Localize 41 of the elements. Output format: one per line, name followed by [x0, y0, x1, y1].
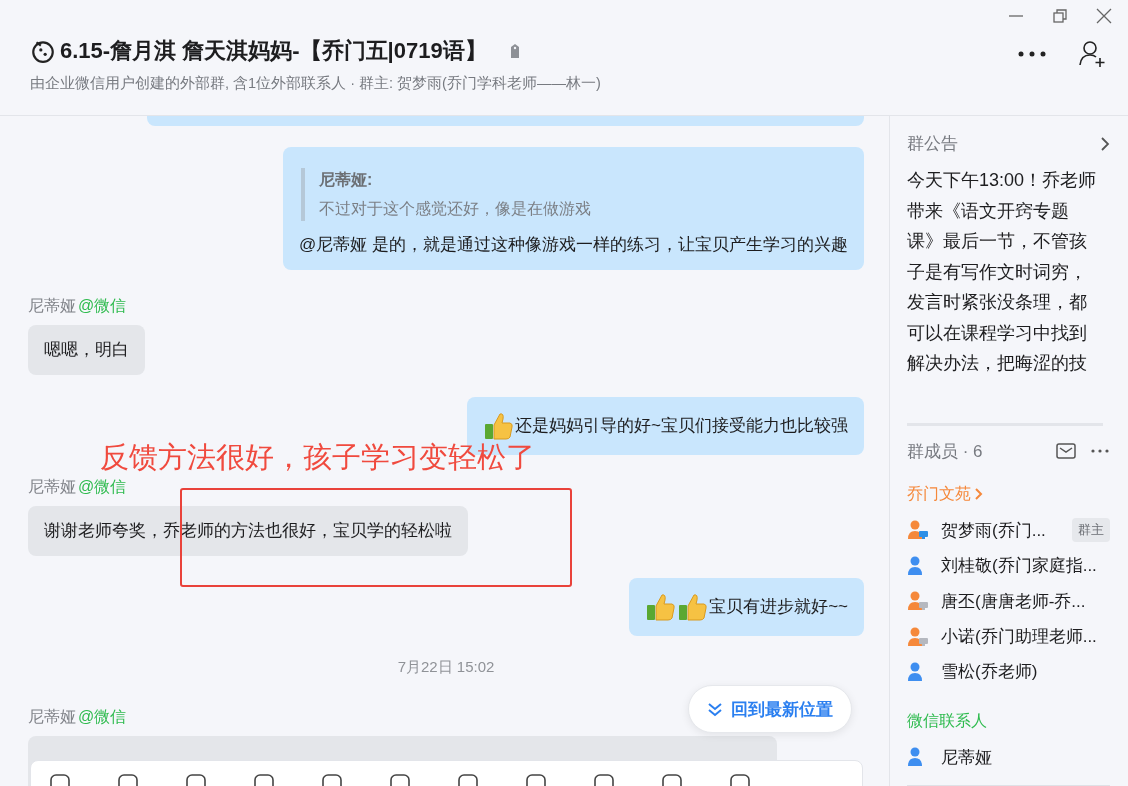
section-title: 群公告	[907, 133, 958, 155]
thumbs-up-icon	[677, 591, 710, 623]
double-chevron-down-icon	[707, 701, 723, 717]
timestamp: 7月22日 15:02	[397, 658, 495, 677]
announcement-text: 今天下午13:00！乔老师带来《语文开窍专题课》最后一节，不管孩子是有写作文时词穷，发言时紧张没条理，都可以在课程学习中找到解决办法，把晦涩的技	[907, 170, 1097, 373]
sender-name: 尼蒂娅	[28, 297, 76, 314]
thumbs-up-icon	[483, 410, 516, 442]
jump-latest-button[interactable]: 回到最新位置	[688, 685, 852, 733]
source-label: @微信	[78, 708, 127, 725]
window-title: 6.15-詹月淇 詹天淇妈妈-【乔门五|0719语】	[60, 37, 487, 65]
group-avatar-icon	[30, 38, 56, 64]
member-name[interactable]: 唐丕(唐唐老师-乔...	[941, 589, 1086, 613]
person-computer-icon	[907, 520, 929, 541]
chevron-right-icon[interactable]	[1100, 135, 1110, 152]
message-text: 嗯嗯，明白	[44, 339, 129, 361]
tag-icon	[508, 43, 521, 59]
member-name[interactable]: 刘桂敬(乔门家庭指...	[941, 554, 1097, 578]
sender-name: 尼蒂娅	[28, 708, 76, 725]
owner-badge: 群主	[1072, 518, 1110, 543]
member-name[interactable]: 小诺(乔门助理老师...	[941, 625, 1097, 649]
message-text: 宝贝有进步就好~~	[709, 596, 848, 618]
sender-name: 尼蒂娅	[28, 478, 76, 495]
source-label: @微信	[78, 297, 127, 314]
person-computer-icon	[907, 591, 929, 612]
annotation-text: 反馈方法很好，孩子学习变轻松了	[100, 440, 535, 475]
thumbs-up-icon	[645, 591, 678, 623]
member-name[interactable]: 雪松(乔老师)	[941, 660, 1038, 684]
message-text: @尼蒂娅 是的，就是通过这种像游戏一样的练习，让宝贝产生学习的兴趣	[299, 234, 848, 256]
add-member-icon[interactable]	[1078, 40, 1106, 68]
section-title: 群成员 · 6	[907, 440, 984, 463]
close-icon[interactable]	[1096, 8, 1112, 24]
member-name[interactable]: 尼蒂娅	[941, 745, 992, 769]
source-label: @微信	[78, 478, 127, 495]
restore-icon[interactable]	[1052, 8, 1068, 24]
message-text: 还是妈妈引导的好~宝贝们接受能力也比较强	[515, 415, 848, 437]
more-icon[interactable]	[1018, 51, 1046, 57]
quote-sender: 尼蒂娅:	[319, 170, 374, 190]
quote-text: 不过对于这个感觉还好，像是在做游戏	[319, 199, 592, 219]
person-computer-icon	[907, 626, 929, 647]
member-name[interactable]: 贺梦雨(乔门...	[941, 518, 1046, 542]
group-info: 由企业微信用户创建的外部群, 含1位外部联系人 · 群主: 贺梦雨(乔门学科老师——林一)	[30, 74, 602, 93]
